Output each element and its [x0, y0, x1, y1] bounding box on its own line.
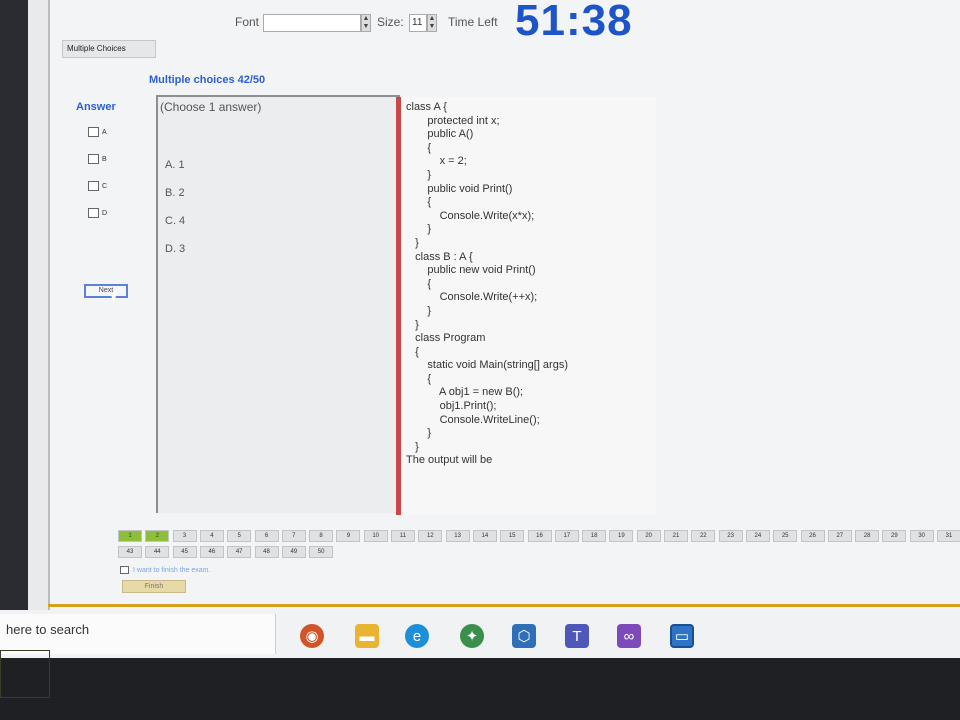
visual-studio-icon[interactable]: ∞ — [617, 624, 641, 648]
question-page-13[interactable]: 13 — [445, 530, 470, 542]
question-page-50[interactable]: 50 — [309, 546, 334, 558]
question-page-29[interactable]: 29 — [882, 530, 907, 542]
font-label: Font — [235, 15, 260, 29]
question-page-12[interactable]: 12 — [418, 530, 443, 542]
question-code: class A { protected int x; public A() { … — [406, 101, 568, 467]
question-page-2[interactable]: 2 — [145, 530, 170, 542]
exam-window: Font ▲ ▼ Size: 11 ▲ ▼ Time Left 51:38 Mult… — [48, 0, 960, 612]
desk-area — [0, 658, 960, 720]
question-page-17[interactable]: 17 — [554, 530, 579, 542]
toolbar: Font ▲ ▼ Size: 11 ▲ ▼ Time Left 51:38 — [50, 0, 960, 45]
file-explorer-icon[interactable]: ▬ — [355, 624, 379, 648]
question-page-25[interactable]: 25 — [773, 530, 798, 542]
choice-b: B. 2 — [165, 187, 185, 199]
question-page-45[interactable]: 45 — [172, 546, 197, 558]
answer-option-a[interactable]: A — [88, 127, 107, 137]
question-page-21[interactable]: 21 — [664, 530, 688, 542]
question-page-46[interactable]: 46 — [199, 546, 224, 558]
finish-button[interactable]: Finish — [122, 580, 186, 593]
answer-option-b[interactable]: B — [88, 154, 107, 164]
question-page-20[interactable]: 20 — [636, 530, 661, 542]
option-letter: C — [102, 182, 108, 190]
size-spin-icon[interactable]: ▲ ▼ — [427, 14, 437, 32]
timer: 51:38 — [515, 0, 633, 45]
question-page-23[interactable]: 23 — [718, 530, 743, 542]
question-page-28[interactable]: 28 — [855, 530, 880, 542]
finish-check-label: I want to finish the exam. — [133, 566, 211, 574]
option-letter: B — [102, 155, 107, 163]
question-page-49[interactable]: 49 — [281, 546, 306, 558]
font-spin-icon[interactable]: ▲ ▼ — [361, 14, 371, 32]
question-page-44[interactable]: 44 — [145, 546, 170, 558]
option-letter: D — [102, 209, 108, 217]
question-page-15[interactable]: 15 — [500, 530, 525, 542]
question-page-47[interactable]: 47 — [227, 546, 252, 558]
choices-panel — [156, 95, 400, 513]
monitor-screen: Font ▲ ▼ Size: 11 ▲ ▼ Time Left 51:38 Mult… — [28, 0, 960, 615]
question-page-43[interactable]: 43 — [118, 546, 142, 558]
remote-desktop-icon[interactable]: ▭ — [670, 624, 694, 648]
question-page-31[interactable]: 31 — [937, 530, 960, 542]
size-label: Size: — [377, 15, 404, 29]
question-page-19[interactable]: 19 — [609, 530, 634, 542]
firefox-icon[interactable]: ◉ — [300, 624, 324, 648]
question-page-26[interactable]: 26 — [800, 530, 825, 542]
question-page-16[interactable]: 16 — [527, 530, 552, 542]
next-button[interactable]: Next — [84, 284, 128, 298]
background-object — [0, 650, 50, 698]
answer-option-c[interactable]: C — [88, 181, 107, 191]
taskbar: here to search ◉ ▬ e ✦ ⬡ T ∞ ▭ — [0, 610, 960, 658]
question-page-11[interactable]: 11 — [391, 530, 415, 542]
question-page-7[interactable]: 7 — [281, 530, 306, 542]
question-page-1[interactable]: 1 — [118, 530, 142, 542]
checkbox[interactable] — [88, 127, 99, 137]
checkbox[interactable] — [88, 208, 99, 218]
time-left-label: Time Left — [448, 15, 498, 29]
edge-icon[interactable]: e — [405, 624, 429, 648]
question-page-8[interactable]: 8 — [309, 530, 334, 542]
question-page-5[interactable]: 5 — [227, 530, 252, 542]
taskbar-search[interactable]: here to search — [0, 614, 276, 654]
question-page-27[interactable]: 27 — [827, 530, 852, 542]
question-page-4[interactable]: 4 — [199, 530, 224, 542]
checkbox[interactable] — [88, 181, 99, 191]
option-letter: A — [102, 128, 107, 136]
question-page-30[interactable]: 30 — [909, 530, 934, 542]
question-page-48[interactable]: 48 — [254, 546, 279, 558]
question-page-24[interactable]: 24 — [745, 530, 770, 542]
choice-a: A. 1 — [165, 159, 185, 171]
answer-heading: Answer — [76, 101, 116, 113]
checkbox[interactable] — [120, 566, 129, 574]
answer-option-d[interactable]: D — [88, 208, 107, 218]
finish-exam-checkbox[interactable]: I want to finish the exam. — [120, 566, 210, 574]
instruction-text: (Choose 1 answer) — [160, 100, 262, 114]
choice-c: C. 4 — [165, 215, 186, 227]
question-page-10[interactable]: 10 — [363, 530, 388, 542]
question-page-22[interactable]: 22 — [691, 530, 716, 542]
question-page-6[interactable]: 6 — [254, 530, 279, 542]
question-page-14[interactable]: 14 — [472, 530, 497, 542]
section-title: Multiple choices 42/50 — [149, 74, 266, 86]
virtualbox-icon[interactable]: ⬡ — [512, 624, 536, 648]
checkbox[interactable] — [88, 154, 99, 164]
question-page-18[interactable]: 18 — [582, 530, 607, 542]
python-icon[interactable]: ✦ — [460, 624, 484, 648]
tab-multiple-choices[interactable]: Multiple Choices — [62, 40, 156, 58]
question-page-9[interactable]: 9 — [336, 530, 361, 542]
question-page-3[interactable]: 3 — [172, 530, 197, 542]
size-input[interactable]: 11 — [409, 14, 427, 32]
window-border — [48, 604, 960, 607]
font-select[interactable] — [263, 14, 361, 32]
teams-icon[interactable]: T — [565, 624, 589, 648]
choice-d: D. 3 — [165, 243, 186, 255]
search-placeholder: here to search — [6, 622, 90, 637]
